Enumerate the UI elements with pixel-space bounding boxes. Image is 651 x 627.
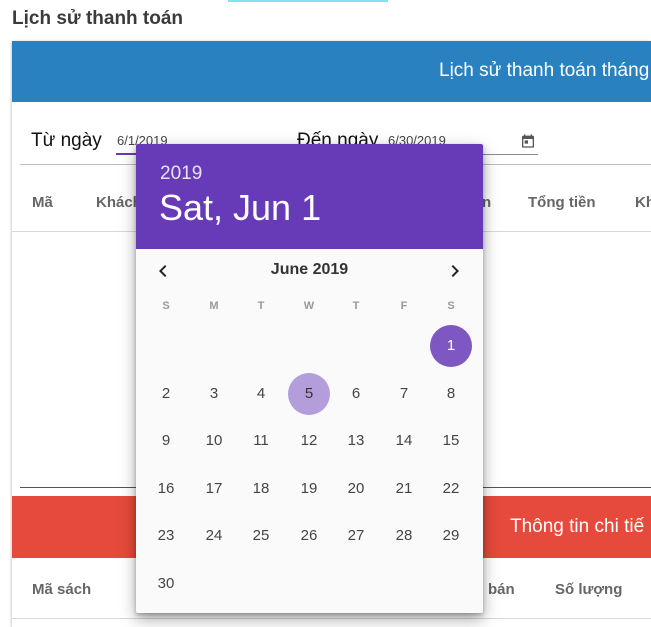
calendar-day-2[interactable]: 2 — [145, 373, 187, 415]
weekday-label: M — [209, 300, 219, 312]
calendar-day-9[interactable]: 9 — [145, 420, 187, 462]
calendar-day-16[interactable]: 16 — [145, 468, 187, 510]
calendar-day-4[interactable]: 4 — [240, 373, 282, 415]
calendar-day-14[interactable]: 14 — [383, 420, 425, 462]
column-header-gia-ban: bán — [488, 581, 515, 598]
weekday-label: F — [400, 300, 408, 312]
calendar-day-1[interactable]: 1 — [430, 325, 472, 367]
column-header-tong-tien: Tổng tiền — [528, 194, 596, 211]
picker-year[interactable]: 2019 — [160, 163, 202, 185]
calendar-day-11[interactable]: 11 — [240, 420, 282, 462]
calendar-day-25[interactable]: 25 — [240, 515, 282, 557]
calendar-day-24[interactable]: 24 — [193, 515, 235, 557]
picker-month-label: June 2019 — [270, 261, 349, 278]
calendar-day-26[interactable]: 26 — [288, 515, 330, 557]
date-picker-header: 2019 Sat, Jun 1 — [136, 144, 483, 249]
top-accent-strip — [228, 0, 388, 2]
calendar-day-23[interactable]: 23 — [145, 515, 187, 557]
calendar-day-15[interactable]: 15 — [430, 420, 472, 462]
calendar-day-7[interactable]: 7 — [383, 373, 425, 415]
calendar-day-12[interactable]: 12 — [288, 420, 330, 462]
calendar-day-5[interactable]: 5 — [288, 372, 330, 415]
weekday-label: W — [303, 300, 315, 312]
calendar-day-27[interactable]: 27 — [335, 515, 377, 557]
date-picker-dialog: 2019 Sat, Jun 1 June 2019 SMTWTFS 123456… — [136, 144, 483, 613]
calendar-day-28[interactable]: 28 — [383, 515, 425, 557]
calendar-day-21[interactable]: 21 — [383, 468, 425, 510]
calendar-day-8[interactable]: 8 — [430, 373, 472, 415]
calendar-day-30[interactable]: 30 — [145, 563, 187, 605]
calendar-day-18[interactable]: 18 — [240, 468, 282, 510]
calendar-day-10[interactable]: 10 — [193, 420, 235, 462]
calendar-day-29[interactable]: 29 — [430, 515, 472, 557]
weekday-label: T — [257, 300, 265, 312]
calendar-day-17[interactable]: 17 — [193, 468, 235, 510]
from-date-label: Từ ngày — [31, 130, 102, 151]
calendar-day-22[interactable]: 22 — [430, 468, 472, 510]
calendar-day-6[interactable]: 6 — [335, 373, 377, 415]
page-title: Lịch sử thanh toán — [12, 8, 184, 29]
weekday-label: S — [162, 300, 170, 312]
details-header-divider — [12, 618, 651, 619]
picker-selected-date[interactable]: Sat, Jun 1 — [159, 187, 321, 229]
column-header-ma-sach: Mã sách — [32, 581, 92, 598]
weekday-label: S — [447, 300, 455, 312]
calendar-day-3[interactable]: 3 — [193, 373, 235, 415]
payments-banner-title: Lịch sử thanh toán tháng — [439, 60, 650, 81]
calendar-day-19[interactable]: 19 — [288, 468, 330, 510]
calendar-icon[interactable] — [520, 133, 536, 149]
column-header-khach: Khách — [96, 194, 142, 211]
weekday-label: T — [352, 300, 360, 312]
column-header-partial: n — [482, 194, 492, 211]
payments-banner: Lịch sử thanh toán tháng — [12, 41, 651, 102]
calendar-day-20[interactable]: 20 — [335, 468, 377, 510]
column-header-so-luong: Số lượng — [555, 581, 623, 598]
column-header-kh: Kh — [635, 194, 651, 211]
chevron-right-icon[interactable] — [443, 259, 467, 283]
details-banner-title: Thông tin chi tiế — [510, 516, 645, 537]
calendar-day-13[interactable]: 13 — [335, 420, 377, 462]
column-header-ma: Mã — [32, 194, 53, 211]
